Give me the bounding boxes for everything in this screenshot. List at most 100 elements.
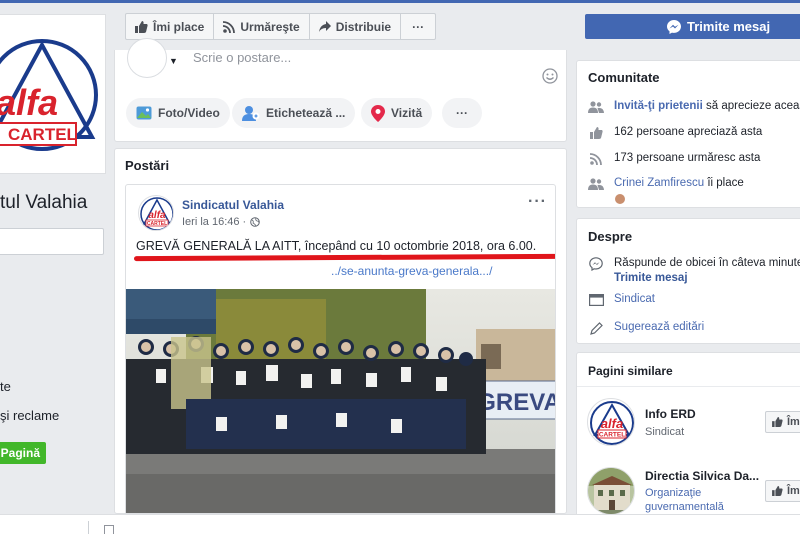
share-arrow-icon — [318, 21, 331, 32]
invite-friends-link[interactable]: Invită-ţi prietenii — [614, 100, 703, 112]
tag-chip[interactable]: Etichetează ... — [232, 98, 356, 128]
category-link[interactable]: Sindicat — [614, 293, 655, 305]
response-time-row: Răspunde de obicei în câteva minute Trim… — [588, 257, 800, 284]
similar-page-logo[interactable]: alfa CARTEL — [587, 398, 635, 446]
similar-page-name[interactable]: Directia Silvica Da... — [645, 469, 759, 483]
community-heading: Comunitate — [588, 70, 660, 85]
composer-more-button[interactable]: ··· — [442, 98, 482, 128]
posts-section: Postări alfa CARTEL Sindicatul Valahia I… — [114, 148, 567, 514]
similar-page-name[interactable]: Info ERD — [645, 407, 696, 421]
suggest-edits-row: Sugerează editări — [588, 321, 704, 335]
svg-text:alfa: alfa — [601, 416, 623, 431]
svg-text:CARTEL: CARTEL — [599, 432, 625, 439]
photo-video-chip[interactable]: Foto/Video — [126, 98, 230, 128]
category-row: Sindicat — [588, 293, 655, 307]
divider — [88, 521, 89, 534]
follows-count-text: 173 persoane urmăresc asta — [614, 152, 761, 164]
check-in-chip[interactable]: Vizită — [361, 98, 433, 128]
alfa-cartel-logo-small: alfa CARTEL — [590, 401, 634, 445]
post-photo[interactable]: GREVA — [126, 289, 555, 513]
likes-count-row: 162 persoane apreciază asta — [588, 126, 762, 140]
post-text: GREVĂ GENERALĂ LA AITT, începând cu 10 o… — [136, 239, 537, 253]
page-title: tul Valahia — [0, 192, 88, 213]
like-page-button[interactable]: Îmi place — [126, 14, 215, 39]
audience-caret-icon[interactable]: ▼ — [169, 56, 178, 66]
send-message-button[interactable]: Trimite mesaj — [585, 14, 800, 39]
post-card: alfa CARTEL Sindicatul Valahia Ieri la 1… — [125, 184, 556, 513]
left-nav-link[interactable]: şi reclame — [0, 408, 59, 423]
bottom-chat-bar — [0, 514, 800, 534]
follow-button[interactable]: Urmăreşte — [214, 14, 310, 39]
red-highlight-line — [133, 253, 555, 262]
likes-count-text: 162 persoane apreciază asta — [614, 126, 763, 138]
map-pin-icon — [371, 104, 385, 122]
friend-avatar[interactable] — [614, 193, 626, 205]
similar-page-like-button[interactable]: Îm — [765, 411, 800, 433]
building-photo — [588, 468, 634, 514]
page-category-icon — [588, 294, 604, 306]
page-action-bar: Îmi place Urmăreşte Distribuie ··· — [125, 13, 437, 40]
suggest-edits-link[interactable]: Sugerează editări — [614, 321, 704, 333]
friend-rest-text: îi place — [707, 177, 744, 189]
chip-label: Foto/Video — [158, 106, 220, 120]
thumbs-up-icon — [772, 417, 783, 427]
invite-rest-text: să aprecieze această — [706, 100, 800, 112]
similar-pages-card: Pagini similare alfa CARTEL Info ERD Sin… — [576, 352, 800, 522]
composer-input[interactable]: Scrie o postare... — [193, 50, 291, 65]
post-composer: ▼ Scrie o postare... Foto/Video Etichete… — [114, 38, 567, 142]
friend-name-link[interactable]: Crinei Zamfirescu — [614, 177, 704, 189]
post-timestamp[interactable]: Ieri la 16:46 · — [182, 216, 261, 228]
share-label: Distribuie — [335, 19, 392, 34]
like-label: Îm — [787, 485, 800, 497]
logo-subtext: CARTEL — [8, 125, 77, 144]
svg-text:alfa: alfa — [148, 210, 166, 221]
composer-avatar — [127, 38, 167, 78]
chip-label: Etichetează ... — [266, 106, 346, 120]
follow-label: Urmăreşte — [240, 19, 300, 34]
messenger-icon — [589, 257, 603, 271]
left-search-box[interactable] — [0, 228, 104, 255]
chip-label: Vizită — [391, 106, 423, 120]
rss-icon — [223, 20, 236, 33]
post-time-text: Ieri la 16:46 · — [182, 216, 247, 228]
strike-crowd-photo: GREVA — [126, 289, 555, 513]
svg-text:CARTEL: CARTEL — [147, 221, 167, 227]
follows-count-row: 173 persoane urmăresc asta — [588, 152, 760, 166]
similar-page-category[interactable]: Organizaţie — [645, 487, 701, 499]
about-heading: Despre — [588, 229, 633, 244]
alfa-cartel-logo-small: alfa CARTEL — [140, 197, 173, 230]
invite-friends-row: Invită-ţi prietenii să aprecieze această — [588, 100, 800, 114]
top-accent-line — [0, 0, 800, 3]
post-options-button[interactable]: ··· — [528, 193, 547, 211]
about-send-message-link[interactable]: Trimite mesaj — [614, 272, 800, 284]
photo-icon — [136, 106, 152, 120]
similar-page-category[interactable]: guvernamentală — [645, 501, 724, 513]
left-nav-link[interactable]: te — [0, 379, 11, 394]
like-label: Îmi place — [153, 19, 205, 34]
similar-page-like-button[interactable]: Îm — [765, 480, 800, 502]
thumbs-up-icon — [589, 127, 603, 139]
post-author-name[interactable]: Sindicatul Valahia — [182, 198, 284, 212]
post-author-avatar[interactable]: alfa CARTEL — [138, 195, 174, 231]
more-options-button[interactable]: ··· — [401, 14, 435, 39]
like-label: Îm — [787, 416, 800, 428]
share-button[interactable]: Distribuie — [310, 14, 402, 39]
invite-people-icon — [588, 101, 604, 113]
response-time-text: Răspunde de obicei în câteva minute — [614, 257, 800, 269]
emoji-icon[interactable] — [542, 68, 558, 84]
similar-page-logo[interactable] — [587, 467, 635, 515]
community-card: Comunitate Invită-ţi prietenii să apreci… — [576, 60, 800, 208]
posts-heading: Postări — [125, 158, 170, 173]
thumbs-up-icon — [135, 20, 148, 33]
thumbs-up-icon — [772, 486, 783, 496]
more-dots-icon: ··· — [412, 19, 425, 34]
post-link[interactable]: ../se-anunta-greva-generala.../ — [331, 264, 492, 278]
friend-likes-row: Crinei Zamfirescu îi place — [588, 177, 744, 191]
document-icon[interactable] — [104, 525, 114, 534]
friends-icon — [588, 178, 604, 190]
divider — [577, 386, 800, 387]
pencil-icon — [589, 321, 603, 335]
more-dots-icon: ··· — [456, 106, 468, 120]
create-page-button[interactable]: Pagină — [0, 442, 46, 464]
page-profile-picture[interactable]: alfa CARTEL — [0, 14, 106, 174]
